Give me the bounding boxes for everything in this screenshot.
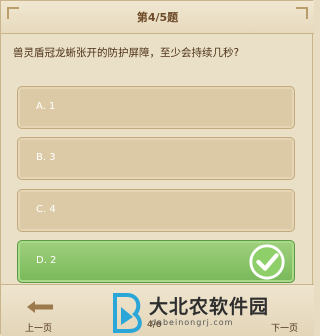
question-counter: 第4/5题 — [136, 11, 179, 24]
site-watermark: 大北农软件园 dabeinongrj.com — [111, 291, 311, 335]
corner-ornament-icon — [296, 7, 308, 19]
option-label: C. 4 — [36, 204, 56, 215]
option-label: B. 3 — [36, 152, 56, 163]
option-c-button[interactable]: C. 4 — [17, 189, 295, 232]
corner-ornament-icon — [7, 7, 19, 19]
option-label: D. 2 — [36, 255, 57, 266]
option-a-button[interactable]: A. 1 — [17, 86, 295, 129]
check-circle-icon — [249, 244, 285, 280]
watermark-url: dabeinongrj.com — [151, 318, 234, 327]
prev-page-button[interactable]: 上一页 — [25, 321, 52, 334]
question-text: 兽灵盾冠龙蜥张开的防护屏障，至少会持续几秒? — [13, 47, 240, 59]
option-label: A. 1 — [36, 101, 56, 112]
watermark-logo-icon — [113, 293, 142, 333]
quiz-header: 第4/5题 — [1, 1, 314, 34]
watermark-title: 大北农软件园 — [149, 296, 270, 318]
quiz-panel: 第4/5题 兽灵盾冠龙蜥张开的防护屏障，至少会持续几秒? A. 1 B. 3 C… — [0, 0, 314, 336]
option-b-button[interactable]: B. 3 — [17, 137, 295, 180]
option-d-button[interactable]: D. 2 — [17, 240, 295, 283]
arrow-left-icon[interactable] — [25, 300, 55, 314]
